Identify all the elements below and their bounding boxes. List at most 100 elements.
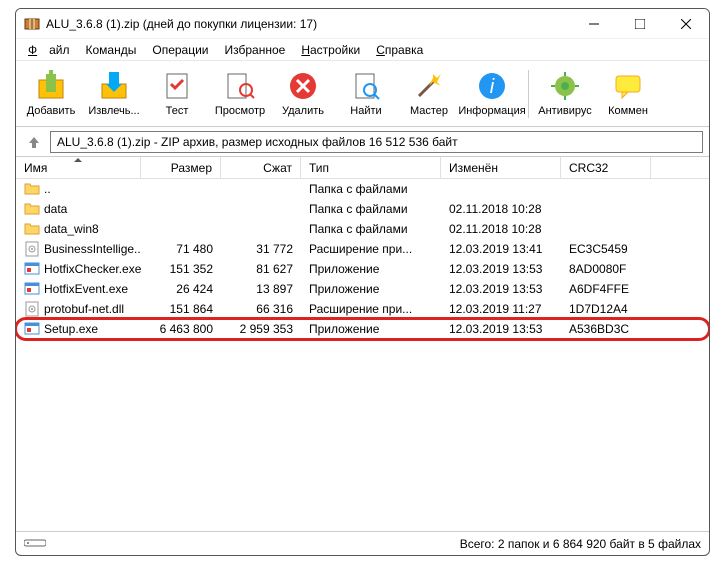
- add-icon: [35, 70, 67, 102]
- file-row[interactable]: Setup.exe6 463 8002 959 353Приложение12.…: [16, 319, 709, 339]
- test-icon: [161, 70, 193, 102]
- file-row[interactable]: data Папка с файлами02.11.2018 10:28: [16, 199, 709, 219]
- file-name: ..: [44, 182, 51, 196]
- toolbar: Добавить Извлечь... Тест Просмотр Удалит…: [16, 61, 709, 127]
- dll-icon: [24, 241, 40, 257]
- file-packed: 81 627: [221, 262, 301, 276]
- menu-settings[interactable]: Настройки: [295, 41, 366, 59]
- menu-operations[interactable]: Операции: [146, 41, 214, 59]
- menu-commands[interactable]: Команды: [80, 41, 143, 59]
- antivirus-icon: [549, 70, 581, 102]
- file-size: 151 864: [141, 302, 221, 316]
- file-size: 71 480: [141, 242, 221, 256]
- antivirus-button[interactable]: Антивирус: [534, 63, 596, 125]
- file-modified: 12.03.2019 13:53: [441, 322, 561, 336]
- file-row[interactable]: HotfixEvent.exe26 42413 897Приложение12.…: [16, 279, 709, 299]
- extract-button[interactable]: Извлечь...: [83, 63, 145, 125]
- file-row[interactable]: BusinessIntellige...71 48031 772Расширен…: [16, 239, 709, 259]
- file-name: data_win8: [44, 222, 99, 236]
- col-modified[interactable]: Изменён: [441, 157, 561, 178]
- file-row[interactable]: data_win8 Папка с файлами02.11.2018 10:28: [16, 219, 709, 239]
- pathbar: [16, 127, 709, 157]
- file-crc: A6DF4FFE: [561, 282, 651, 296]
- file-name: protobuf-net.dll: [44, 302, 124, 316]
- file-type: Папка с файлами: [301, 202, 441, 216]
- file-crc: 8AD0080F: [561, 262, 651, 276]
- file-type: Расширение при...: [301, 242, 441, 256]
- extract-icon: [98, 70, 130, 102]
- file-type: Приложение: [301, 282, 441, 296]
- disk-icon: [24, 537, 46, 551]
- view-icon: [224, 70, 256, 102]
- wizard-button[interactable]: Мастер: [398, 63, 460, 125]
- file-crc: 1D7D12A4: [561, 302, 651, 316]
- file-packed: 13 897: [221, 282, 301, 296]
- maximize-button[interactable]: [617, 9, 663, 39]
- folder-icon: [24, 221, 40, 237]
- file-modified: 12.03.2019 13:41: [441, 242, 561, 256]
- folder-icon: [24, 201, 40, 217]
- up-level-button[interactable]: [22, 130, 46, 154]
- svg-text:i: i: [490, 76, 495, 98]
- col-packed[interactable]: Сжат: [221, 157, 301, 178]
- file-type: Папка с файлами: [301, 182, 441, 196]
- column-headers: Имя Размер Сжат Тип Изменён CRC32: [16, 157, 709, 179]
- winrar-window: ALU_3.6.8 (1).zip (дней до покупки лицен…: [15, 8, 710, 556]
- dll-icon: [24, 301, 40, 317]
- view-button[interactable]: Просмотр: [209, 63, 271, 125]
- titlebar: ALU_3.6.8 (1).zip (дней до покупки лицен…: [16, 9, 709, 39]
- file-row[interactable]: .. Папка с файлами: [16, 179, 709, 199]
- file-crc: EC3C5459: [561, 242, 651, 256]
- winrar-icon: [24, 16, 40, 32]
- file-row[interactable]: HotfixChecker.exe151 35281 627Приложение…: [16, 259, 709, 279]
- file-size: 6 463 800: [141, 322, 221, 336]
- info-button[interactable]: i Информация: [461, 63, 523, 125]
- col-type[interactable]: Тип: [301, 157, 441, 178]
- delete-icon: [287, 70, 319, 102]
- test-button[interactable]: Тест: [146, 63, 208, 125]
- menu-file[interactable]: Файл: [22, 41, 76, 59]
- file-list[interactable]: ..Папка с файламиdataПапка с файлами02.1…: [16, 179, 709, 531]
- menu-favorites[interactable]: Избранное: [219, 41, 292, 59]
- file-row[interactable]: protobuf-net.dll151 86466 316Расширение …: [16, 299, 709, 319]
- file-modified: 02.11.2018 10:28: [441, 202, 561, 216]
- file-size: 151 352: [141, 262, 221, 276]
- file-modified: 12.03.2019 13:53: [441, 282, 561, 296]
- minimize-button[interactable]: [571, 9, 617, 39]
- up-arrow-icon: [27, 135, 41, 149]
- col-crc[interactable]: CRC32: [561, 157, 651, 178]
- comment-icon: [612, 70, 644, 102]
- file-type: Папка с файлами: [301, 222, 441, 236]
- close-button[interactable]: [663, 9, 709, 39]
- file-modified: 12.03.2019 11:27: [441, 302, 561, 316]
- col-name[interactable]: Имя: [16, 157, 141, 178]
- file-name: BusinessIntellige...: [44, 242, 141, 256]
- exe-icon: [24, 261, 40, 277]
- folder-up-icon: [24, 181, 40, 197]
- file-packed: 2 959 353: [221, 322, 301, 336]
- file-packed: 31 772: [221, 242, 301, 256]
- find-icon: [350, 70, 382, 102]
- exe-icon: [24, 321, 40, 337]
- toolbar-separator: [528, 70, 529, 118]
- file-crc: A536BD3C: [561, 322, 651, 336]
- find-button[interactable]: Найти: [335, 63, 397, 125]
- file-type: Приложение: [301, 262, 441, 276]
- statusbar: Всего: 2 папок и 6 864 920 байт в 5 файл…: [16, 531, 709, 555]
- menubar: Файл Команды Операции Избранное Настройк…: [16, 39, 709, 61]
- file-name: Setup.exe: [44, 322, 98, 336]
- file-modified: 02.11.2018 10:28: [441, 222, 561, 236]
- add-button[interactable]: Добавить: [20, 63, 82, 125]
- status-summary: Всего: 2 папок и 6 864 920 байт в 5 файл…: [460, 537, 701, 551]
- menu-help[interactable]: Справка: [370, 41, 429, 59]
- file-name: data: [44, 202, 67, 216]
- wizard-icon: [413, 70, 445, 102]
- file-name: HotfixChecker.exe: [44, 262, 141, 276]
- info-icon: i: [476, 70, 508, 102]
- path-input[interactable]: [50, 131, 703, 153]
- col-size[interactable]: Размер: [141, 157, 221, 178]
- file-name: HotfixEvent.exe: [44, 282, 128, 296]
- file-type: Расширение при...: [301, 302, 441, 316]
- delete-button[interactable]: Удалить: [272, 63, 334, 125]
- comment-button[interactable]: Коммен: [597, 63, 659, 125]
